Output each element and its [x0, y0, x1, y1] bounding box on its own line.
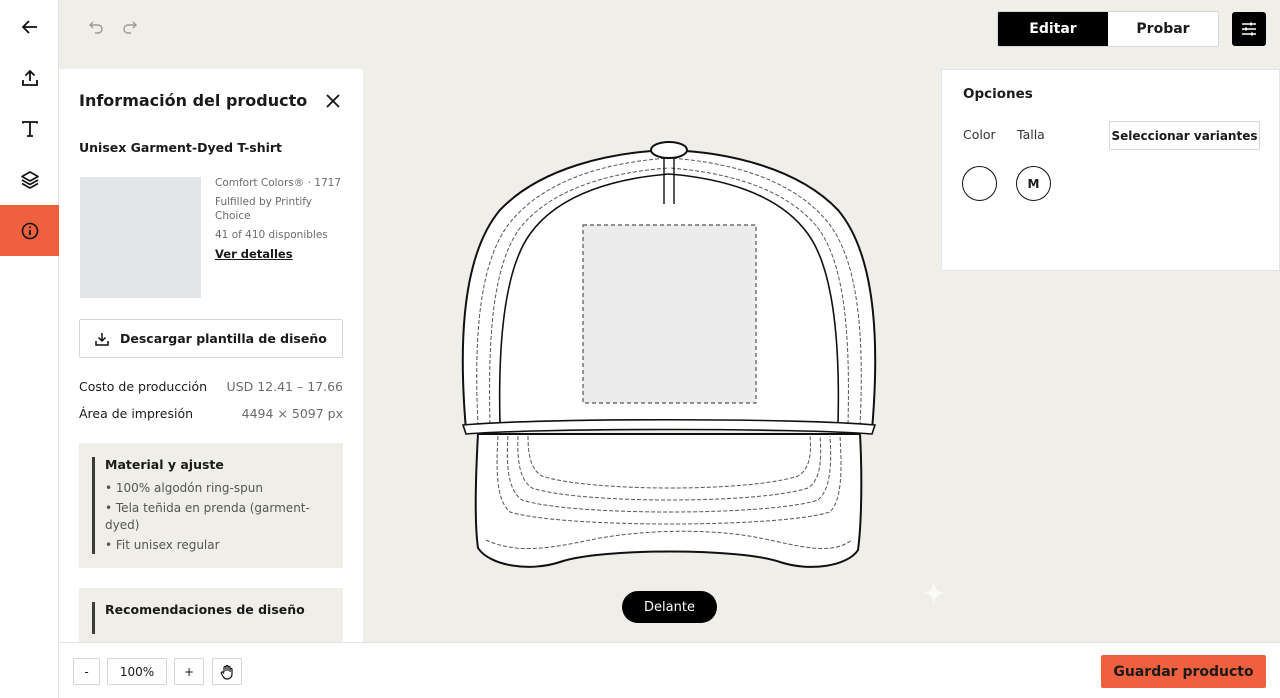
- text-icon: [21, 120, 38, 137]
- production-cost-value: USD 12.41 – 17.66: [226, 379, 343, 394]
- material-item: • 100% algodón ring-spun: [105, 481, 263, 495]
- material-item: • Fit unisex regular: [105, 538, 220, 552]
- layers-button[interactable]: [0, 154, 59, 205]
- color-label: Color: [963, 127, 996, 142]
- upload-button[interactable]: [0, 52, 59, 103]
- redo-icon: [123, 21, 137, 34]
- design-recommendations-box: Recomendaciones de diseño: [79, 588, 343, 642]
- pan-tool-button[interactable]: [212, 658, 242, 685]
- download-label: Descargar plantilla de diseño: [120, 331, 327, 346]
- product-brand: Comfort Colors® · 1717: [215, 177, 341, 189]
- tool-rail: [0, 0, 59, 698]
- upload-icon: [21, 69, 38, 86]
- print-area-label: Área de impresión: [79, 406, 194, 421]
- select-variants-button[interactable]: Seleccionar variantes: [1109, 121, 1260, 150]
- close-icon: [326, 94, 340, 108]
- size-label: Talla: [1017, 127, 1045, 142]
- view-front-button[interactable]: Delante: [622, 591, 717, 623]
- undo-icon: [89, 21, 103, 34]
- product-meta: Comfort Colors® · 1717 Fulfilled by Prin…: [215, 176, 345, 266]
- zoom-in-button[interactable]: +: [174, 658, 204, 685]
- size-option-m[interactable]: M: [1016, 166, 1051, 201]
- zoom-out-button[interactable]: -: [73, 658, 100, 685]
- material-item: • Tela teñida en prenda (garment-dyed): [105, 501, 310, 532]
- product-info-button[interactable]: [0, 205, 59, 256]
- undo-button[interactable]: [86, 17, 106, 37]
- cap-mockup: [461, 141, 877, 568]
- sliders-icon: [1242, 22, 1256, 36]
- panel-title: Información del producto: [79, 91, 308, 110]
- options-panel: Opciones Color Talla Seleccionar variant…: [941, 69, 1280, 271]
- close-panel-button[interactable]: [324, 92, 342, 110]
- design-canvas[interactable]: [363, 69, 963, 642]
- download-icon: [95, 332, 109, 346]
- production-cost-label: Costo de producción: [79, 379, 208, 394]
- material-list: • 100% algodón ring-spun • Tela teñida e…: [105, 480, 327, 554]
- production-cost-row: Costo de producción USD 12.41 – 17.66: [79, 379, 343, 394]
- bottom-bar: - 100% + Guardar producto: [59, 642, 1280, 698]
- settings-button[interactable]: [1232, 12, 1266, 46]
- print-area-value: 4494 × 5097 px: [241, 406, 343, 421]
- product-name: Unisex Garment-Dyed T-shirt: [79, 140, 283, 155]
- design-recommendations-title: Recomendaciones de diseño: [105, 602, 305, 617]
- product-thumbnail: [80, 177, 201, 298]
- options-title: Opciones: [963, 86, 1033, 102]
- save-product-button[interactable]: Guardar producto: [1101, 655, 1266, 688]
- print-area-row: Área de impresión 4494 × 5097 px: [79, 406, 343, 421]
- availability-text: 41 of 410 disponibles: [215, 229, 328, 241]
- product-info-panel: Información del producto Unisex Garment-…: [59, 69, 363, 642]
- layers-icon: [20, 170, 39, 189]
- try-mode-button[interactable]: Probar: [1108, 12, 1218, 46]
- fulfillment-text: Fulfilled by Printify Choice: [215, 196, 312, 222]
- material-fit-title: Material y ajuste: [105, 457, 224, 472]
- edit-mode-button[interactable]: Editar: [998, 12, 1108, 46]
- color-swatch-white[interactable]: [962, 166, 997, 201]
- back-button[interactable]: [0, 1, 59, 52]
- history-controls: [86, 17, 140, 37]
- info-icon: [21, 222, 38, 239]
- mode-toggle: Editar Probar: [997, 11, 1219, 47]
- back-arrow-icon: [21, 19, 37, 34]
- sparkle-icon: [921, 580, 947, 606]
- material-fit-box: Material y ajuste • 100% algodón ring-sp…: [79, 443, 343, 568]
- download-template-button[interactable]: Descargar plantilla de diseño: [79, 319, 343, 358]
- zoom-level[interactable]: 100%: [107, 658, 167, 685]
- hand-icon: [220, 664, 233, 680]
- add-text-button[interactable]: [0, 103, 59, 154]
- redo-button[interactable]: [120, 17, 140, 37]
- view-details-link[interactable]: Ver detalles: [215, 247, 345, 261]
